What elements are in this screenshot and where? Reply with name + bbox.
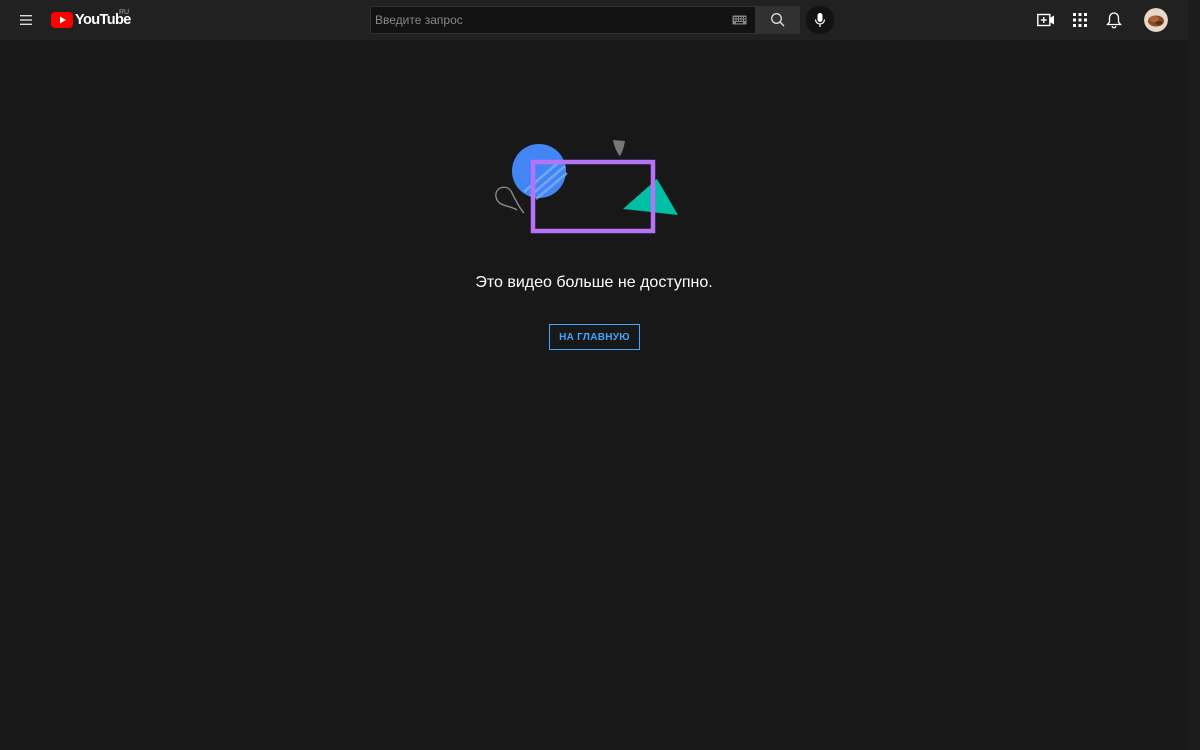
- home-button[interactable]: НА ГЛАВНУЮ: [549, 324, 640, 350]
- avatar[interactable]: [1144, 8, 1168, 32]
- grey-drop: [613, 140, 625, 156]
- video-unavailable-illustration: [495, 140, 678, 234]
- create-button[interactable]: [1036, 10, 1056, 30]
- search-box: [370, 6, 755, 34]
- mic-icon: [814, 13, 826, 27]
- create-video-icon: [1037, 13, 1054, 27]
- search-input[interactable]: [375, 7, 725, 33]
- search-button[interactable]: [755, 6, 800, 34]
- notifications-button[interactable]: [1104, 10, 1124, 30]
- youtube-play-icon: [51, 12, 73, 28]
- error-message: Это видео больше не доступно.: [475, 274, 713, 291]
- search-icon: [770, 13, 784, 27]
- teal-triangle: [623, 179, 678, 215]
- apps-button[interactable]: [1070, 10, 1090, 30]
- voice-search-button[interactable]: [806, 6, 834, 34]
- scrollbar[interactable]: [1188, 0, 1200, 750]
- menu-icon: [20, 15, 32, 25]
- menu-button[interactable]: [14, 8, 38, 32]
- bell-icon: [1106, 12, 1122, 29]
- top-bar: YouTube RU: [0, 0, 1188, 40]
- country-code: RU: [119, 9, 130, 16]
- keyboard-icon[interactable]: [732, 15, 747, 25]
- avatar-image: [1144, 8, 1168, 32]
- squiggle-shape: [495, 186, 525, 214]
- apps-grid-icon: [1073, 13, 1087, 27]
